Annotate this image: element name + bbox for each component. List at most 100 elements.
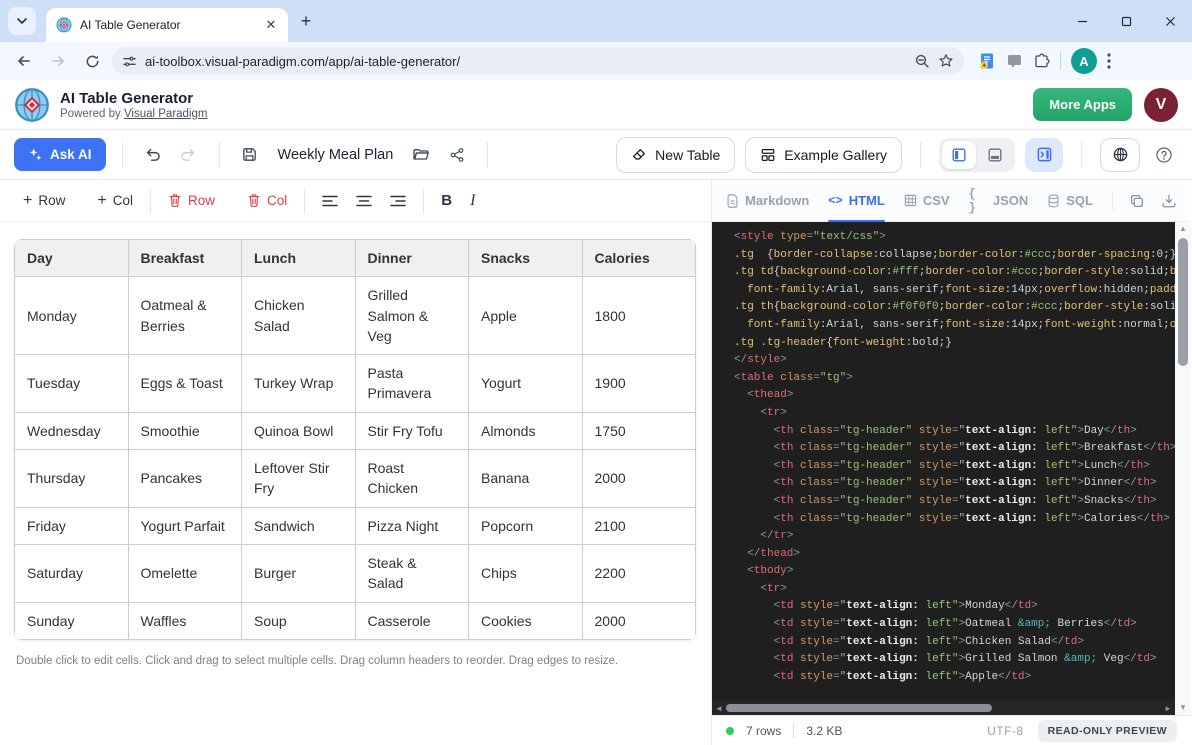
more-apps-button[interactable]: More Apps (1033, 88, 1132, 121)
table-cell[interactable]: Almonds (469, 412, 583, 449)
table-cell[interactable]: Quinoa Bowl (242, 412, 356, 449)
table-cell[interactable]: Chicken Salad (242, 277, 356, 355)
tab-sql[interactable]: SQL (1047, 180, 1093, 221)
user-avatar[interactable]: V (1144, 88, 1178, 122)
redo-button[interactable] (175, 141, 203, 169)
scroll-left-icon[interactable]: ◄ (712, 704, 726, 713)
tab-close-icon[interactable]: ✕ (262, 16, 280, 34)
window-close-button[interactable] (1148, 5, 1192, 37)
address-bar[interactable]: ai-toolbox.visual-paradigm.com/app/ai-ta… (112, 47, 964, 75)
new-table-button[interactable]: New Table (616, 137, 735, 173)
table-cell[interactable]: Leftover Stir Fry (242, 450, 356, 508)
comment-icon[interactable] (1006, 53, 1023, 70)
table-cell[interactable]: Omelette (128, 544, 242, 602)
vertical-scrollbar[interactable]: ▲ ▼ (1175, 222, 1191, 715)
italic-button[interactable]: I (461, 186, 484, 216)
save-button[interactable] (236, 141, 264, 169)
table-cell[interactable]: Cookies (469, 602, 583, 639)
delete-col-button[interactable]: Col (238, 187, 296, 214)
table-cell[interactable]: Sandwich (242, 507, 356, 544)
table-cell[interactable]: Sunday (15, 602, 129, 639)
ask-ai-button[interactable]: Ask AI (14, 138, 106, 171)
tab-html[interactable]: <> HTML (828, 180, 885, 221)
back-button[interactable] (10, 47, 38, 75)
split-vertical-button[interactable] (942, 141, 976, 169)
table-cell[interactable]: Pasta Primavera (355, 355, 469, 413)
undo-button[interactable] (139, 141, 167, 169)
table-cell[interactable]: 1800 (582, 277, 696, 355)
tab-csv[interactable]: CSV (904, 180, 950, 221)
table-cell[interactable]: Apple (469, 277, 583, 355)
table-cell[interactable]: Saturday (15, 544, 129, 602)
browser-profile-avatar[interactable]: A (1071, 48, 1097, 74)
vertical-scroll-thumb[interactable] (1178, 238, 1188, 366)
table-cell[interactable]: Eggs & Toast (128, 355, 242, 413)
table-cell[interactable]: Wednesday (15, 412, 129, 449)
table-cell[interactable]: Turkey Wrap (242, 355, 356, 413)
url-text[interactable]: ai-toolbox.visual-paradigm.com/app/ai-ta… (145, 54, 906, 69)
add-col-button[interactable]: + Col (88, 187, 142, 215)
scroll-up-icon[interactable]: ▲ (1179, 222, 1187, 236)
code-content[interactable]: <style type="text/css">.tg {border-colla… (712, 222, 1175, 701)
browser-menu-icon[interactable] (1107, 53, 1111, 69)
table-cell[interactable]: Smoothie (128, 412, 242, 449)
window-maximize-button[interactable] (1104, 5, 1148, 37)
horizontal-scrollbar[interactable]: ◄ ► (712, 701, 1175, 715)
window-minimize-button[interactable] (1060, 5, 1104, 37)
table-cell[interactable]: 1900 (582, 355, 696, 413)
table-cell[interactable]: Yogurt Parfait (128, 507, 242, 544)
table-cell[interactable]: 2000 (582, 450, 696, 508)
tab-json[interactable]: { } JSON (969, 180, 1029, 221)
example-gallery-button[interactable]: Example Gallery (745, 137, 902, 173)
table-cell[interactable]: 1750 (582, 412, 696, 449)
table-cell[interactable]: Pancakes (128, 450, 242, 508)
bookmark-star-icon[interactable] (938, 53, 954, 69)
table-cell[interactable]: Banana (469, 450, 583, 508)
forward-button[interactable] (44, 47, 72, 75)
bold-button[interactable]: B (432, 186, 461, 215)
column-header[interactable]: Calories (582, 240, 696, 277)
table-cell[interactable]: Popcorn (469, 507, 583, 544)
align-center-button[interactable] (347, 188, 381, 214)
scroll-right-icon[interactable]: ► (1161, 704, 1175, 713)
table-cell[interactable]: 2200 (582, 544, 696, 602)
table-cell[interactable]: 2000 (582, 602, 696, 639)
column-header[interactable]: Dinner (355, 240, 469, 277)
new-tab-button[interactable]: + (292, 7, 320, 35)
table-cell[interactable]: 2100 (582, 507, 696, 544)
table-cell[interactable]: Tuesday (15, 355, 129, 413)
tab-markdown[interactable]: Markdown (726, 180, 809, 221)
docs-offline-icon[interactable] (978, 52, 996, 70)
table-cell[interactable]: Oatmeal & Berries (128, 277, 242, 355)
browser-tab[interactable]: AI Table Generator ✕ (46, 8, 288, 42)
reload-button[interactable] (78, 47, 106, 75)
table-cell[interactable]: Casserole (355, 602, 469, 639)
align-right-button[interactable] (381, 188, 415, 214)
table-cell[interactable]: Grilled Salmon & Veg (355, 277, 469, 355)
table-cell[interactable]: Waffles (128, 602, 242, 639)
download-icon[interactable] (1161, 193, 1177, 209)
column-header[interactable]: Lunch (242, 240, 356, 277)
open-file-button[interactable] (407, 141, 435, 169)
copy-icon[interactable] (1129, 193, 1145, 209)
table-cell[interactable]: Monday (15, 277, 129, 355)
toggle-preview-panel-button[interactable] (1025, 138, 1063, 172)
scroll-down-icon[interactable]: ▼ (1179, 701, 1187, 715)
split-horizontal-button[interactable] (978, 141, 1012, 169)
column-header[interactable]: Snacks (469, 240, 583, 277)
table-cell[interactable]: Chips (469, 544, 583, 602)
tab-search-button[interactable] (8, 7, 36, 35)
add-row-button[interactable]: + Row (14, 187, 74, 215)
table-cell[interactable]: Burger (242, 544, 356, 602)
table-cell[interactable]: Roast Chicken (355, 450, 469, 508)
document-title[interactable]: Weekly Meal Plan (278, 147, 394, 163)
table-cell[interactable]: Stir Fry Tofu (355, 412, 469, 449)
table-cell[interactable]: Steak & Salad (355, 544, 469, 602)
table-cell[interactable]: Thursday (15, 450, 129, 508)
table-cell[interactable]: Soup (242, 602, 356, 639)
extensions-icon[interactable] (1033, 53, 1050, 70)
table-cell[interactable]: Pizza Night (355, 507, 469, 544)
zoom-out-icon[interactable] (914, 53, 930, 69)
help-button[interactable] (1150, 141, 1178, 169)
table-cell[interactable]: Yogurt (469, 355, 583, 413)
